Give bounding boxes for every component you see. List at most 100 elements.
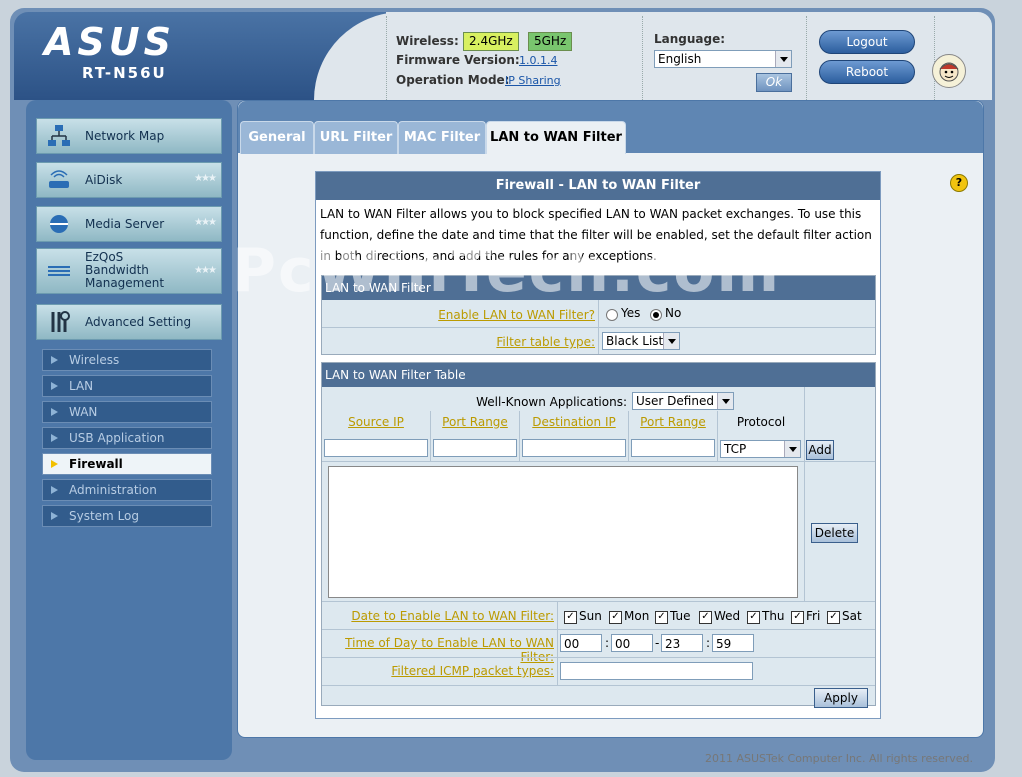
chevron-down-icon: [775, 51, 791, 67]
divider: [322, 461, 875, 462]
logout-button[interactable]: Logout: [819, 30, 915, 54]
delete-rule-button[interactable]: Delete: [811, 523, 858, 543]
divider: [386, 16, 387, 100]
language-value: English: [658, 52, 702, 66]
rules-listbox[interactable]: [328, 466, 798, 598]
filter-table-type-select[interactable]: Black List: [602, 332, 680, 350]
sidebar-item-label: Advanced Setting: [85, 315, 192, 329]
sidebar-item-network-map[interactable]: Network Map: [36, 118, 222, 154]
day-label: Mon: [624, 609, 650, 623]
date-enable-label: Date to Enable LAN to WAN Filter:: [351, 609, 554, 623]
arrow-right-icon: [51, 512, 58, 520]
tab-url-filter[interactable]: URL Filter: [314, 121, 398, 154]
sidebar-sub-administration[interactable]: Administration: [42, 479, 212, 501]
time-start-hour-input[interactable]: 00: [560, 634, 602, 652]
section-filter-table: LAN to WAN Filter Table Well-Known Appli…: [321, 362, 876, 708]
day-sat-checkbox[interactable]: ✓: [827, 611, 840, 624]
main-panel: General URL Filter MAC Filter LAN to WAN…: [237, 100, 984, 738]
arrow-right-icon: [51, 434, 58, 442]
protocol-value: TCP: [724, 442, 747, 456]
sidebar-item-label: AiDisk: [85, 173, 123, 187]
icmp-types-input[interactable]: [560, 662, 753, 680]
apply-button[interactable]: Apply: [814, 688, 868, 708]
enable-no-radio[interactable]: [650, 309, 662, 321]
stars-icon: ★★★: [194, 265, 217, 276]
tab-lan-to-wan-filter[interactable]: LAN to WAN Filter: [486, 121, 626, 154]
day-tue-checkbox[interactable]: ✓: [655, 611, 668, 624]
time-range-separator: -: [655, 636, 660, 650]
time-end-hour-input[interactable]: 23: [661, 634, 703, 652]
enable-yes-radio[interactable]: [606, 309, 618, 321]
divider: [322, 629, 875, 630]
protocol-select[interactable]: TCP: [720, 440, 801, 458]
arrow-right-icon: [51, 460, 58, 468]
reboot-button[interactable]: Reboot: [819, 60, 915, 84]
sidebar-sub-label: WAN: [69, 405, 98, 419]
model-name: RT-N56U: [82, 64, 167, 82]
enable-no-label: No: [665, 306, 682, 320]
day-wed-checkbox[interactable]: ✓: [699, 611, 712, 624]
well-known-apps-value: User Defined: [636, 394, 714, 408]
divider: [642, 16, 643, 100]
time-end-min-input[interactable]: 59: [712, 634, 754, 652]
sidebar-item-label: Network Map: [85, 129, 165, 143]
tab-general[interactable]: General: [240, 121, 314, 154]
day-mon-checkbox[interactable]: ✓: [609, 611, 622, 624]
filter-table-type-label: Filter table type:: [496, 335, 595, 349]
language-label: Language:: [654, 32, 726, 46]
time-separator: :: [706, 636, 711, 650]
column-header-destination-port: Port Range: [640, 415, 706, 429]
source-ip-input[interactable]: [324, 439, 428, 457]
band-5ghz-indicator: 5GHz: [528, 32, 573, 51]
sidebar-item-label: EzQoS Bandwidth Management: [85, 250, 165, 290]
day-sun-checkbox[interactable]: ✓: [564, 611, 577, 624]
sidebar-sub-wireless[interactable]: Wireless: [42, 349, 212, 371]
sidebar-sub-system-log[interactable]: System Log: [42, 505, 212, 527]
section-title: LAN to WAN Filter: [322, 276, 875, 300]
time-start-min-input[interactable]: 00: [611, 634, 653, 652]
media-server-icon: [45, 211, 73, 237]
day-thu-checkbox[interactable]: ✓: [747, 611, 760, 624]
time-enable-label: Time of Day to Enable LAN to WAN Filter:: [345, 636, 554, 664]
sidebar-sub-lan[interactable]: LAN: [42, 375, 212, 397]
day-label: Tue: [670, 609, 691, 623]
arrow-right-icon: [51, 486, 58, 494]
divider: [430, 411, 431, 461]
enable-yes-label: Yes: [621, 306, 641, 320]
destination-ip-input[interactable]: [522, 439, 626, 457]
divider: [322, 601, 875, 602]
day-label: Thu: [762, 609, 785, 623]
add-rule-button[interactable]: Add: [806, 440, 834, 460]
tab-mac-filter[interactable]: MAC Filter: [398, 121, 486, 154]
sidebar-sub-wan[interactable]: WAN: [42, 401, 212, 423]
sidebar-item-advanced-setting[interactable]: Advanced Setting: [36, 304, 222, 340]
language-select[interactable]: English: [654, 50, 792, 68]
firmware-link[interactable]: 1.0.1.4: [519, 54, 557, 67]
day-fri-checkbox[interactable]: ✓: [791, 611, 804, 624]
sidebar-sub-usb-application[interactable]: USB Application: [42, 427, 212, 449]
tab-bar: General URL Filter MAC Filter LAN to WAN…: [238, 101, 983, 154]
section-title: LAN to WAN Filter Table: [322, 363, 875, 387]
arrow-right-icon: [51, 356, 58, 364]
sidebar-item-aidisk[interactable]: AiDisk ★★★: [36, 162, 222, 198]
brand-logo: ASUS: [44, 20, 176, 64]
help-icon[interactable]: ?: [950, 174, 968, 192]
source-port-input[interactable]: [433, 439, 517, 457]
sidebar-sub-firewall[interactable]: Firewall: [42, 453, 212, 475]
tools-icon: [45, 309, 73, 335]
sidebar-item-ezqos[interactable]: EzQoS Bandwidth Management ★★★: [36, 248, 222, 294]
panel-description: LAN to WAN Filter allows you to block sp…: [320, 207, 872, 263]
destination-port-input[interactable]: [631, 439, 715, 457]
well-known-apps-label: Well-Known Applications:: [476, 395, 627, 409]
day-label: Wed: [714, 609, 741, 623]
firmware-label: Firmware Version:: [396, 53, 520, 67]
language-ok-button[interactable]: Ok: [756, 73, 792, 92]
divider: [322, 685, 875, 686]
filter-box: Firewall - LAN to WAN Filter LAN to WAN …: [315, 171, 881, 719]
opmode-link[interactable]: IP Sharing: [505, 74, 561, 87]
sidebar-item-media-server[interactable]: Media Server ★★★: [36, 206, 222, 242]
divider: [322, 657, 875, 658]
well-known-apps-select[interactable]: User Defined: [632, 392, 734, 410]
sidebar-sub-label: Administration: [69, 483, 157, 497]
header: ASUS RT-N56U Wireless: 2.4GHz 5GHz Firmw…: [14, 12, 992, 100]
